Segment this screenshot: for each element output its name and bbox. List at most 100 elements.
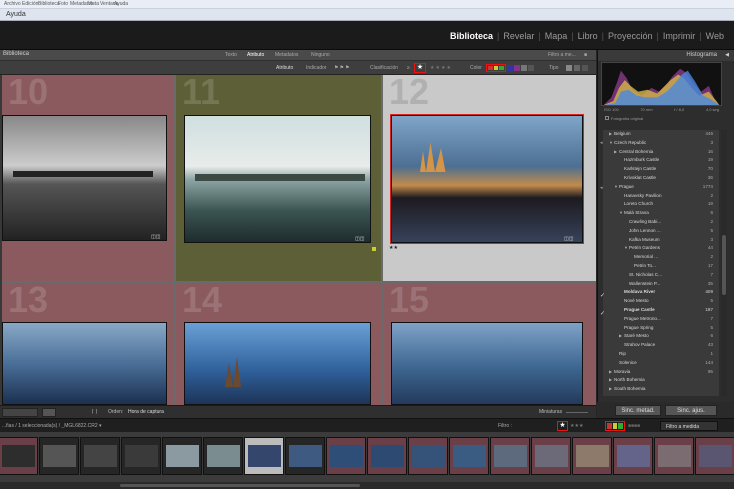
menu-item[interactable]: Archivo xyxy=(4,1,21,7)
filmstrip-frame[interactable] xyxy=(80,437,120,475)
module-develop[interactable]: Revelar xyxy=(499,31,538,41)
filmstrip-rating-stars[interactable]: ★★★ xyxy=(570,423,583,429)
menu-item[interactable]: Ayuda xyxy=(114,1,128,7)
filmstrip-color-highlight[interactable] xyxy=(605,421,625,431)
filmstrip-thumbnail[interactable] xyxy=(371,445,404,467)
filmstrip-frame[interactable] xyxy=(654,437,694,475)
filmstrip-scrollbar[interactable] xyxy=(0,482,734,489)
module-book[interactable]: Libro xyxy=(574,31,602,41)
filmstrip-frame[interactable] xyxy=(408,437,448,475)
keyword-row[interactable]: ▶ Central Bohemia 16 xyxy=(603,148,719,157)
filmstrip-thumbnail[interactable] xyxy=(2,445,35,467)
left-arrow-icon[interactable]: ◂ xyxy=(600,185,603,191)
star-icon[interactable]: ★ xyxy=(414,63,426,73)
disclosure-triangle-icon[interactable]: ▶ xyxy=(609,386,612,391)
yellow-label-swatch[interactable] xyxy=(493,66,499,70)
blue-label-swatch[interactable] xyxy=(507,65,513,71)
keyword-row[interactable]: ▶ Moravia 95 xyxy=(603,368,719,377)
menu-item[interactable]: Vista xyxy=(88,1,99,7)
keyword-row[interactable]: Karlstejn Castle 70 xyxy=(603,165,719,174)
grid-cell[interactable]: 13 xyxy=(2,283,174,405)
green-label-swatch[interactable] xyxy=(618,423,624,429)
keyword-row[interactable]: ▼ Prague 1774 xyxy=(603,183,719,192)
filmstrip-frame[interactable] xyxy=(572,437,612,475)
rating-stars[interactable]: ★★★★ xyxy=(430,65,452,71)
keyword-row[interactable]: Nové Mesto 5 xyxy=(603,297,719,306)
disclosure-triangle-icon[interactable]: ▶ xyxy=(609,377,612,382)
filmstrip-thumbnail[interactable] xyxy=(699,445,732,467)
filmstrip-frame[interactable] xyxy=(490,437,530,475)
filmstrip-thumbnail[interactable] xyxy=(289,445,322,467)
filter-tab-attribute[interactable]: Atributo xyxy=(247,52,264,58)
type-video-icon[interactable] xyxy=(582,65,588,71)
keyword-row[interactable]: Prague Metrono... 7 xyxy=(603,315,719,324)
keyword-row[interactable]: ▶ Belgium 446 xyxy=(603,130,719,139)
filmstrip-thumbnail[interactable] xyxy=(576,445,609,467)
photo-thumbnail[interactable]: ◫◫ xyxy=(184,115,371,243)
filmstrip-frame[interactable] xyxy=(39,437,79,475)
menu-item[interactable]: Foto xyxy=(58,1,68,7)
module-web[interactable]: Web xyxy=(702,31,728,41)
filmstrip-frame[interactable] xyxy=(121,437,161,475)
keyword-row[interactable]: St. Nicholas C... 7 xyxy=(603,271,719,280)
no-label-swatch[interactable] xyxy=(528,65,534,71)
keyword-row[interactable]: ▶ Staré Mesto 6 xyxy=(603,332,719,341)
keyword-row[interactable]: Strahov Palace 43 xyxy=(603,341,719,350)
filmstrip-thumbnail[interactable] xyxy=(43,445,76,467)
disclosure-triangle-icon[interactable]: ▼ xyxy=(614,184,618,189)
filmstrip-thumbnail[interactable] xyxy=(658,445,691,467)
filmstrip-filter-preset[interactable]: Filtro a medida xyxy=(666,424,699,430)
keyword-tree-scrollbar[interactable] xyxy=(721,130,727,396)
keyword-row[interactable]: Memorial ... 2 xyxy=(603,253,719,262)
left-arrow-icon[interactable]: ◂ xyxy=(600,140,603,146)
photo-thumbnail-selected[interactable]: ◫◫ xyxy=(390,114,584,244)
sort-select[interactable]: Hora de captura xyxy=(128,409,164,415)
keyword-row[interactable]: ▼ Petrin Gardens 44 xyxy=(603,244,719,253)
module-library[interactable]: Biblioteca xyxy=(446,31,497,41)
filmstrip-frame[interactable] xyxy=(285,437,325,475)
module-print[interactable]: Imprimir xyxy=(659,31,700,41)
type-master-icon[interactable] xyxy=(566,65,572,71)
grid-cell[interactable]: 10 ◫◫ xyxy=(2,75,174,281)
filmstrip-thumbnail[interactable] xyxy=(248,445,281,467)
filmstrip-thumbnail[interactable] xyxy=(535,445,568,467)
module-map[interactable]: Mapa xyxy=(541,31,572,41)
filmstrip-thumbnail[interactable] xyxy=(494,445,527,467)
grid-cell[interactable]: 11 ◫◫ xyxy=(176,75,381,281)
yellow-label-swatch[interactable] xyxy=(612,423,618,429)
type-virtual-icon[interactable] xyxy=(574,65,580,71)
keyword-row[interactable]: Crawling Babi... 2 xyxy=(603,218,719,227)
disclosure-triangle-icon[interactable]: ▼ xyxy=(619,210,623,215)
keyword-row[interactable]: ▶ South Bohemia xyxy=(603,385,719,394)
filmstrip-thumbnail[interactable] xyxy=(166,445,199,467)
collapse-icon[interactable]: ◀ xyxy=(725,52,729,58)
filmstrip-frame[interactable] xyxy=(367,437,407,475)
filmstrip-frame[interactable] xyxy=(162,437,202,475)
green-label-swatch[interactable] xyxy=(499,66,505,70)
disclosure-triangle-icon[interactable]: ▶ xyxy=(609,369,612,374)
keyword-row[interactable]: ▶ North Bohemia xyxy=(603,376,719,385)
red-label-swatch[interactable] xyxy=(607,423,612,429)
checkbox-icon[interactable] xyxy=(605,116,609,120)
menu-item[interactable]: Edición xyxy=(22,1,38,7)
filmstrip-frame[interactable] xyxy=(695,437,734,475)
custom-label-swatch[interactable] xyxy=(521,65,527,71)
disclosure-triangle-icon[interactable]: ▼ xyxy=(624,245,628,250)
filter-tab-metadata[interactable]: Metadatos xyxy=(275,52,298,58)
scroll-thumb[interactable] xyxy=(722,235,726,295)
filmstrip-thumbnail[interactable] xyxy=(412,445,445,467)
keyword-row[interactable]: ▼ Czech Republic 3 xyxy=(603,139,719,148)
color-filter-highlight[interactable] xyxy=(486,64,506,72)
photo-thumbnail[interactable]: ◫◫ xyxy=(2,115,167,241)
flag-icons[interactable]: ⚑⚑⚑ xyxy=(334,65,350,71)
filter-tab-none[interactable]: Ninguno xyxy=(311,52,330,58)
keyword-row[interactable]: Loreto Church 19 xyxy=(603,200,719,209)
sync-settings-button[interactable]: Sinc. ajus. xyxy=(665,405,717,416)
help-menu[interactable]: Ayuda xyxy=(6,11,26,18)
photo-thumbnail[interactable] xyxy=(184,322,371,405)
filmstrip-thumbnail[interactable] xyxy=(617,445,650,467)
photo-thumbnail[interactable] xyxy=(2,322,167,405)
lock-icon[interactable]: ■ xyxy=(584,52,587,58)
filmstrip-frame[interactable] xyxy=(613,437,653,475)
filmstrip-source[interactable]: ...fias / 1 seleccionada(s) / _MGL6822.C… xyxy=(2,423,102,429)
